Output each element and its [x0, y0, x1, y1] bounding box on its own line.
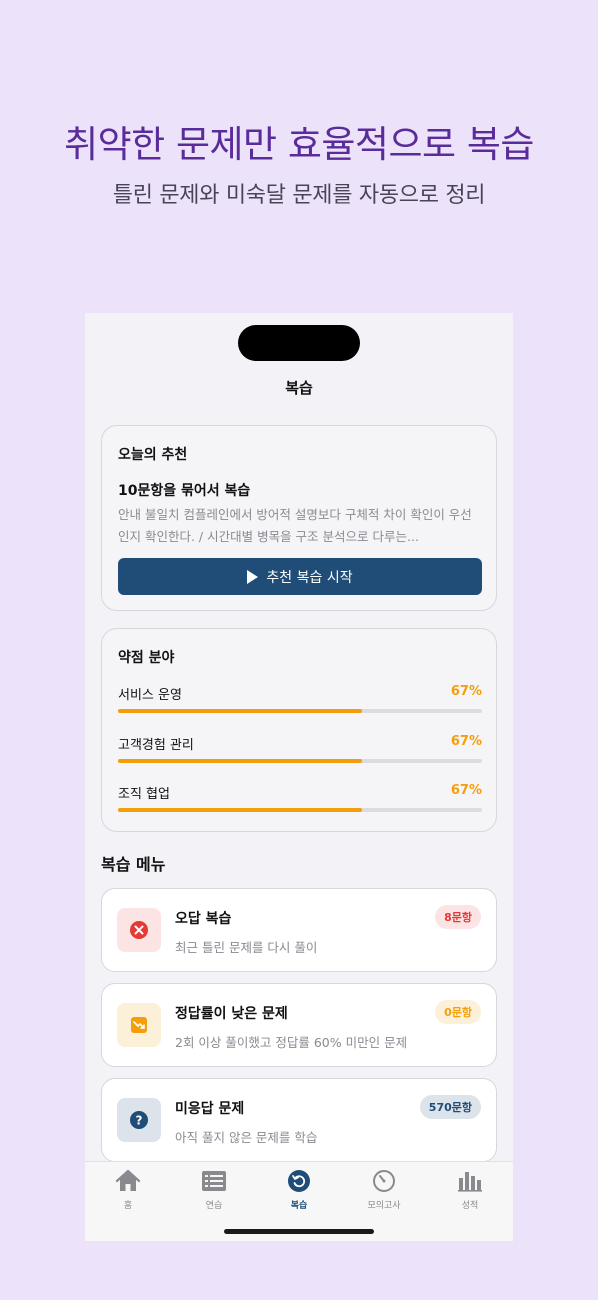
review-menu-title: 복습 메뉴 — [101, 855, 166, 874]
tab-label: 연습 — [205, 1201, 223, 1211]
tab-home[interactable]: 홈 — [85, 1168, 171, 1212]
recommendation-card: 오늘의 추천 10문항을 묶어서 복습 안내 불일치 컴플레인에서 방어적 설명… — [101, 425, 497, 611]
weak-areas-card: 약점 분야 서비스 운영 67% 고객경험 관리 67% 조직 협업 67% — [101, 628, 497, 832]
low-accuracy-review-item[interactable]: 정답률이 낮은 문제 2회 이상 풀이했고 정답률 60% 미만인 문제 0문항 — [101, 983, 497, 1067]
weak-area-row[interactable]: 고객경험 관리 67% — [118, 734, 482, 768]
menu-item-title: 정답률이 낮은 문제 — [175, 1006, 288, 1022]
weak-area-name: 조직 협업 — [118, 787, 170, 802]
weak-area-name: 고객경험 관리 — [118, 738, 194, 753]
list-icon — [201, 1168, 227, 1194]
dynamic-island — [238, 325, 360, 361]
question-circle-icon: ? — [130, 1111, 148, 1129]
wrong-answer-review-item[interactable]: 오답 복습 최근 틀린 문제를 다시 풀이 8문항 — [101, 888, 497, 972]
recommendation-description: 안내 불일치 컴플레인에서 방어적 설명보다 구체적 차이 확인이 우선인지 확… — [118, 507, 472, 544]
trend-down-icon — [131, 1017, 147, 1033]
menu-item-description: 2회 이상 풀이했고 정답률 60% 미만인 문제 — [175, 1035, 408, 1050]
play-icon — [247, 569, 259, 584]
review-icon — [286, 1168, 312, 1194]
weak-area-name: 서비스 운영 — [118, 688, 182, 703]
weak-areas-title: 약점 분야 — [118, 650, 175, 666]
count-badge: 0문항 — [435, 1000, 481, 1024]
weak-area-percent: 67% — [450, 783, 482, 798]
weak-area-row[interactable]: 조직 협업 67% — [118, 783, 482, 817]
promo-subline: 틀린 문제와 미숙달 문제를 자동으로 정리 — [112, 183, 486, 208]
unanswered-icon-box: ? — [117, 1098, 161, 1142]
x-circle-icon — [130, 921, 148, 939]
start-recommended-review-button[interactable]: 추천 복습 시작 — [118, 558, 482, 595]
chart-icon — [457, 1168, 483, 1194]
weak-area-progress-fill — [118, 759, 362, 763]
low-accuracy-icon-box — [117, 1003, 161, 1047]
count-badge: 8문항 — [435, 905, 481, 929]
tab-label: 복습 — [290, 1201, 308, 1211]
weak-area-progress-fill — [118, 808, 362, 812]
tab-practice[interactable]: 연습 — [171, 1168, 257, 1212]
wrong-answer-icon-box — [117, 908, 161, 952]
svg-text:?: ? — [136, 1114, 143, 1128]
home-indicator[interactable] — [224, 1229, 374, 1234]
tab-review[interactable]: 복습 — [256, 1168, 342, 1212]
unanswered-review-item[interactable]: ? 미응답 문제 아직 풀지 않은 문제를 학습 570문항 — [101, 1078, 497, 1162]
tab-label: 성적 — [461, 1201, 479, 1211]
weak-area-percent: 67% — [450, 684, 482, 699]
weak-area-progress-track — [118, 759, 482, 763]
weak-area-progress-fill — [118, 709, 362, 713]
tab-mock-exam[interactable]: 모의고사 — [341, 1168, 427, 1212]
home-icon — [115, 1168, 141, 1194]
count-badge: 570문항 — [419, 1095, 481, 1119]
recommendation-label: 오늘의 추천 — [118, 447, 188, 463]
weak-area-progress-track — [118, 709, 482, 713]
tab-label: 홈 — [123, 1201, 133, 1211]
menu-item-description: 최근 틀린 문제를 다시 풀이 — [175, 940, 318, 955]
timer-icon — [371, 1168, 397, 1194]
recommendation-title: 10문항을 묶어서 복습 — [118, 483, 251, 499]
weak-area-progress-track — [118, 808, 482, 812]
phone-screen: 복습 오늘의 추천 10문항을 묶어서 복습 안내 불일치 컴플레인에서 방어적… — [85, 313, 513, 1241]
menu-item-title: 미응답 문제 — [175, 1101, 245, 1117]
weak-area-percent: 67% — [450, 734, 482, 749]
menu-item-title: 오답 복습 — [175, 911, 232, 927]
menu-item-description: 아직 풀지 않은 문제를 학습 — [175, 1130, 318, 1145]
screen-title: 복습 — [285, 379, 313, 397]
promo-headline: 취약한 문제만 효율적으로 복습 — [64, 123, 534, 166]
weak-area-row[interactable]: 서비스 운영 67% — [118, 684, 482, 718]
tab-label: 모의고사 — [367, 1201, 401, 1211]
start-review-label: 추천 복습 시작 — [266, 569, 353, 586]
tab-scores[interactable]: 성적 — [427, 1168, 513, 1212]
